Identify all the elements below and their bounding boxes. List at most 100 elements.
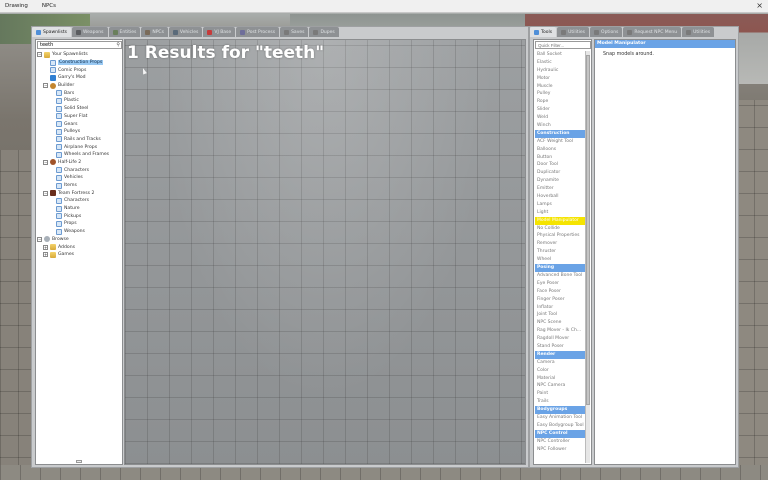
tree-item-characters[interactable]: Characters bbox=[37, 197, 123, 205]
tool-item-inflator[interactable]: Inflator bbox=[535, 304, 586, 312]
tool-item-advanced-bone-tool[interactable]: Advanced Bone Tool bbox=[535, 272, 586, 280]
tool-list-scrollbar[interactable] bbox=[585, 51, 590, 463]
tool-item-acf-weight-tool[interactable]: ACF Weight Tool bbox=[535, 138, 586, 146]
tool-item-light[interactable]: Light bbox=[535, 209, 586, 217]
tool-item-winch[interactable]: Winch bbox=[535, 122, 586, 130]
tab-dupes[interactable]: Dupes bbox=[309, 27, 339, 37]
scrollbar-thumb[interactable] bbox=[586, 55, 590, 405]
tab-saves[interactable]: Saves bbox=[280, 27, 309, 37]
tree-item-games[interactable]: + Games bbox=[37, 251, 123, 259]
close-icon[interactable]: × bbox=[756, 1, 763, 10]
tool-item-ragdoll-mover[interactable]: Ragdoll Mover bbox=[535, 335, 586, 343]
tool-item-rag-mover-ik-ch[interactable]: Rag Mover - Ik Ch... bbox=[535, 327, 586, 335]
tool-item-stand-poser[interactable]: Stand Poser bbox=[535, 343, 586, 351]
tree-item-characters[interactable]: Characters bbox=[37, 166, 123, 174]
tree-item-addons[interactable]: + Addons bbox=[37, 243, 123, 251]
tool-item-paint[interactable]: Paint bbox=[535, 390, 586, 398]
tool-item-wheel[interactable]: Wheel bbox=[535, 256, 586, 264]
tree-item-wheels-and-frames[interactable]: Wheels and Frames bbox=[37, 151, 123, 159]
tool-item-finger-poser[interactable]: Finger Poser bbox=[535, 296, 586, 304]
tab-npcs[interactable]: NPCs bbox=[141, 27, 168, 37]
tool-item-muscle[interactable]: Muscle bbox=[535, 83, 586, 91]
tree-item-weapons[interactable]: Weapons bbox=[37, 228, 123, 236]
tool-item-material[interactable]: Material bbox=[535, 375, 586, 383]
tree-item-solid-steel[interactable]: Solid Steel bbox=[37, 105, 123, 113]
tab-post-process[interactable]: Post Process bbox=[236, 27, 280, 37]
tree-item-construction-props[interactable]: Construction Props bbox=[37, 59, 123, 67]
tool-item-hoverball[interactable]: Hoverball bbox=[535, 193, 586, 201]
collapse-icon[interactable]: − bbox=[43, 190, 48, 196]
tool-item-no-collide[interactable]: No Collide bbox=[535, 225, 586, 233]
tool-item-pulley[interactable]: Pulley bbox=[535, 90, 586, 98]
tool-item-rope[interactable]: Rope bbox=[535, 98, 586, 106]
tool-item-dynamite[interactable]: Dynamite bbox=[535, 177, 586, 185]
menu-npcs[interactable]: NPCs bbox=[42, 3, 56, 9]
tool-item-ball-socket[interactable]: Ball Socket bbox=[535, 51, 586, 59]
tree-item-gears[interactable]: Gears bbox=[37, 120, 123, 128]
tool-item-model-manipulator[interactable]: Model Manipulator bbox=[535, 216, 586, 225]
resize-handle[interactable] bbox=[76, 460, 82, 463]
tool-item-remover[interactable]: Remover bbox=[535, 240, 586, 248]
tree-item-plastic[interactable]: Plastic bbox=[37, 97, 123, 105]
tab-vehicles[interactable]: Vehicles bbox=[168, 27, 203, 37]
tree-item-pickups[interactable]: Pickups bbox=[37, 212, 123, 220]
tab-vj-base[interactable]: VJ Base bbox=[203, 27, 236, 37]
tool-item-motor[interactable]: Motor bbox=[535, 75, 586, 83]
tab-weapons[interactable]: Weapons bbox=[71, 27, 108, 37]
expand-icon[interactable]: + bbox=[43, 252, 48, 258]
tree-item-your-spawnlists[interactable]: − Your Spawnlists bbox=[37, 51, 123, 59]
tool-item-physical-properties[interactable]: Physical Properties bbox=[535, 232, 586, 240]
tree-item-rails-and-tracks[interactable]: Rails and Tracks bbox=[37, 136, 123, 144]
tool-item-duplicator[interactable]: Duplicator bbox=[535, 169, 586, 177]
tool-item-lamps[interactable]: Lamps bbox=[535, 201, 586, 209]
tree-item-super-flat[interactable]: Super Flat bbox=[37, 113, 123, 121]
tab-utilities[interactable]: Utilities bbox=[557, 27, 590, 37]
tree-item-builder[interactable]: − Builder bbox=[37, 82, 123, 90]
tree-item-pulleys[interactable]: Pulleys bbox=[37, 128, 123, 136]
tool-item-color[interactable]: Color bbox=[535, 367, 586, 375]
expand-icon[interactable]: + bbox=[43, 244, 48, 250]
tool-item-npc-controller[interactable]: NPC Controller bbox=[535, 438, 586, 446]
tree-item-half-life-2[interactable]: − Half-Life 2 bbox=[37, 159, 123, 167]
tool-item-button[interactable]: Button bbox=[535, 154, 586, 162]
tool-item-trails[interactable]: Trails bbox=[535, 398, 586, 406]
tab-request-npc-menu[interactable]: Request NPC Menu bbox=[623, 27, 682, 37]
tree-item-team-fortress-2[interactable]: − Team Fortress 2 bbox=[37, 189, 123, 197]
tab-spawnlists[interactable]: Spawnlists bbox=[32, 27, 71, 37]
tree-item-browse[interactable]: − Browse bbox=[37, 236, 123, 244]
tool-item-face-poser[interactable]: Face Poser bbox=[535, 288, 586, 296]
tool-item-eye-poser[interactable]: Eye Poser bbox=[535, 280, 586, 288]
tab-tools[interactable]: Tools bbox=[530, 27, 557, 37]
search-icon[interactable]: ⚲ bbox=[116, 42, 120, 48]
menu-drawing[interactable]: Drawing bbox=[5, 3, 28, 9]
collapse-icon[interactable]: − bbox=[43, 83, 48, 89]
tree-item-bars[interactable]: Bars bbox=[37, 89, 123, 97]
collapse-icon[interactable]: − bbox=[37, 236, 42, 242]
tool-item-elastic[interactable]: Elastic bbox=[535, 59, 586, 67]
tool-item-door-tool[interactable]: Door Tool bbox=[535, 161, 586, 169]
collapse-icon[interactable]: − bbox=[37, 52, 42, 58]
tab-options[interactable]: Options bbox=[590, 27, 623, 37]
tool-item-hydraulic[interactable]: Hydraulic bbox=[535, 67, 586, 75]
tree-item-comic-props[interactable]: Comic Props bbox=[37, 66, 123, 74]
tree-item-vehicles[interactable]: Vehicles bbox=[37, 174, 123, 182]
tool-item-easy-bodygroup-tool[interactable]: Easy Bodygroup Tool bbox=[535, 422, 586, 430]
quick-filter-input[interactable] bbox=[535, 41, 591, 49]
tool-item-emitter[interactable]: Emitter bbox=[535, 185, 586, 193]
tool-item-npc-follower[interactable]: NPC Follower bbox=[535, 446, 586, 454]
tool-item-npc-scene[interactable]: NPC Scene bbox=[535, 319, 586, 327]
tool-item-thruster[interactable]: Thruster bbox=[535, 248, 586, 256]
tree-item-airplane-props[interactable]: Airplane Props bbox=[37, 143, 123, 151]
tool-item-camera[interactable]: Camera bbox=[535, 359, 586, 367]
tab-entities[interactable]: Entities bbox=[108, 27, 141, 37]
tool-item-npc-camera[interactable]: NPC Camera bbox=[535, 382, 586, 390]
tool-item-easy-animation-tool[interactable]: Easy Animation Tool bbox=[535, 414, 586, 422]
tool-item-weld[interactable]: Weld bbox=[535, 114, 586, 122]
tab-utilities[interactable]: Utilities bbox=[682, 27, 715, 37]
tool-item-balloons[interactable]: Balloons bbox=[535, 146, 586, 154]
search-input[interactable]: teeth ⚲ bbox=[37, 41, 122, 49]
tree-item-props[interactable]: Props bbox=[37, 220, 123, 228]
collapse-icon[interactable]: − bbox=[43, 159, 48, 165]
tool-item-joint-tool[interactable]: Joint Tool bbox=[535, 311, 586, 319]
tree-item-items[interactable]: Items bbox=[37, 182, 123, 190]
